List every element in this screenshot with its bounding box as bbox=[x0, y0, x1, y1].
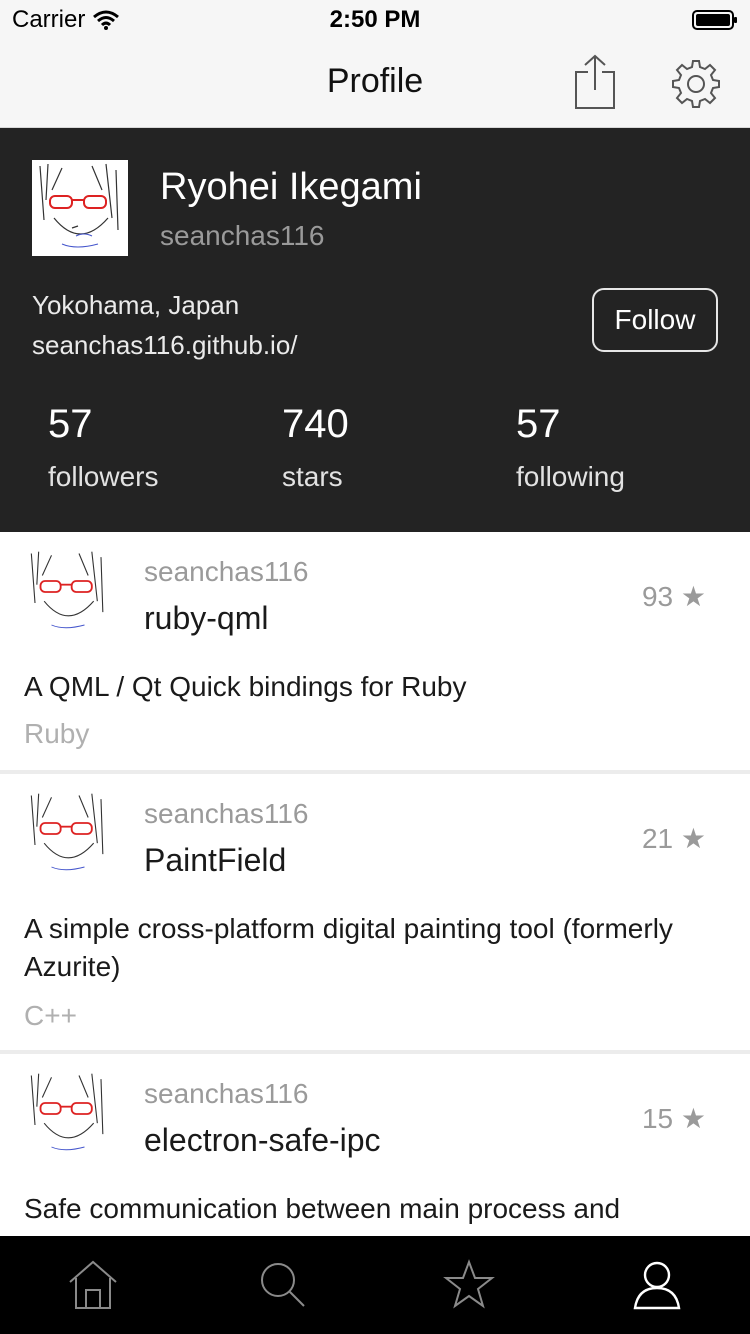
avatar-sketch bbox=[30, 793, 104, 871]
repo-owner-avatar bbox=[24, 1068, 112, 1160]
status-time: 2:50 PM bbox=[329, 6, 421, 33]
star-icon[interactable] bbox=[442, 1258, 496, 1312]
repo-owner: seanchas116 bbox=[144, 798, 309, 829]
stat-stars[interactable]: 740 stars bbox=[282, 402, 482, 493]
repo-description: A QML / Qt Quick bindings for Ruby bbox=[24, 671, 467, 702]
repo-owner-avatar bbox=[24, 546, 112, 638]
stat-followers[interactable]: 57 followers bbox=[48, 402, 248, 493]
profile-header: Ryohei Ikegami seanchas116 Yokohama, Jap… bbox=[0, 128, 750, 532]
stat-value: 740 bbox=[282, 402, 349, 446]
nav-bar: Profile bbox=[0, 40, 750, 128]
repo-name: electron-safe-ipc bbox=[144, 1122, 381, 1158]
gear-icon[interactable] bbox=[670, 58, 722, 110]
profile-login: seanchas116 bbox=[160, 220, 325, 251]
person-icon[interactable] bbox=[630, 1258, 684, 1312]
follow-button[interactable]: Follow bbox=[592, 288, 718, 352]
list-item[interactable]: seanchas116 ruby-qml 93 ★ A QML / Qt Qui… bbox=[0, 532, 750, 774]
profile-location: Yokohama, Japan bbox=[32, 290, 240, 320]
profile-blog-link[interactable]: seanchas116.github.io/ bbox=[32, 330, 298, 361]
stat-following[interactable]: 57 following bbox=[516, 402, 716, 493]
repo-owner: seanchas116 bbox=[144, 556, 309, 587]
battery-icon bbox=[692, 10, 737, 30]
list-item[interactable]: seanchas116 electron-safe-ipc 15 ★ Safe … bbox=[0, 1054, 750, 1236]
repo-description: A simple cross-platform digital painting… bbox=[24, 913, 673, 982]
repo-description: Safe communication between main process … bbox=[24, 1193, 621, 1224]
stat-value: 57 bbox=[48, 402, 93, 446]
list-item[interactable]: seanchas116 PaintField 21 ★ A simple cro… bbox=[0, 774, 750, 1054]
repo-name: ruby-qml bbox=[144, 600, 269, 636]
repo-stars: 15 ★ bbox=[641, 1103, 706, 1134]
page-title: Profile bbox=[326, 62, 424, 100]
repo-stars: 21 ★ bbox=[641, 823, 706, 854]
repo-language: Ruby bbox=[24, 718, 90, 749]
avatar-sketch bbox=[30, 1073, 104, 1151]
stat-label: followers bbox=[48, 461, 159, 492]
stat-value: 57 bbox=[516, 402, 561, 446]
profile-name: Ryohei Ikegami bbox=[160, 166, 422, 208]
home-icon[interactable] bbox=[66, 1258, 120, 1312]
tab-bar bbox=[0, 1236, 750, 1334]
status-bar: Carrier 2:50 PM bbox=[0, 0, 750, 40]
avatar-sketch bbox=[30, 551, 104, 629]
avatar-sketch bbox=[39, 163, 119, 248]
avatar[interactable] bbox=[32, 160, 128, 256]
repo-stars: 93 ★ bbox=[641, 581, 706, 612]
search-icon[interactable] bbox=[256, 1258, 310, 1312]
stat-label: stars bbox=[282, 461, 343, 492]
share-icon[interactable] bbox=[570, 54, 620, 110]
repo-language: C++ bbox=[24, 1000, 77, 1031]
repo-owner-avatar bbox=[24, 788, 112, 880]
stat-label: following bbox=[516, 461, 625, 492]
repo-name: PaintField bbox=[144, 842, 287, 878]
repo-owner: seanchas116 bbox=[144, 1078, 309, 1109]
repo-list[interactable]: seanchas116 ruby-qml 93 ★ A QML / Qt Qui… bbox=[0, 532, 750, 1236]
